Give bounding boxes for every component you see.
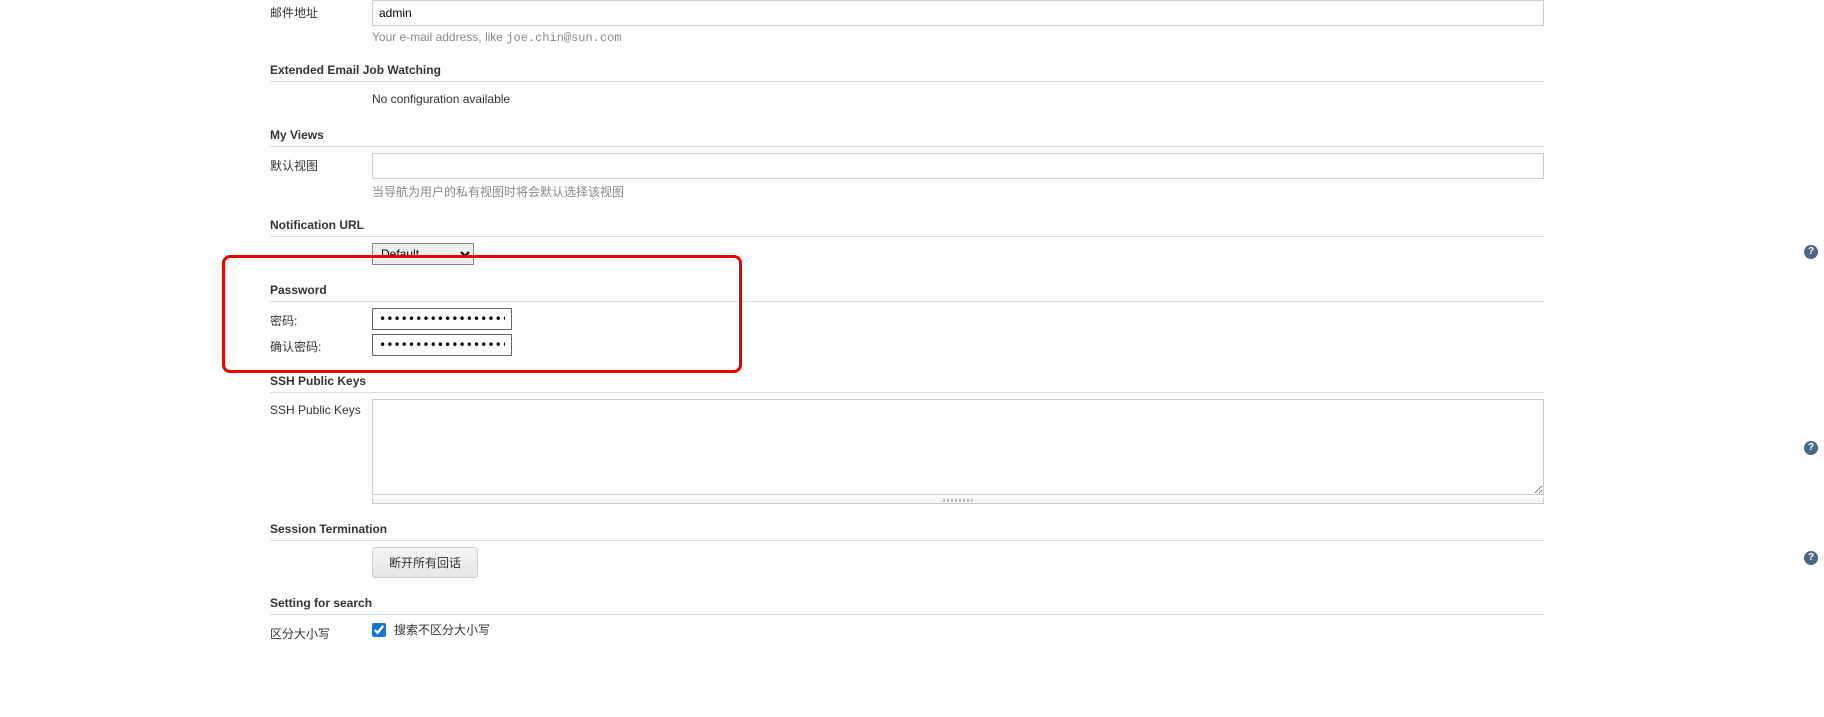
email-input[interactable]	[372, 0, 1544, 26]
default-view-input[interactable]	[372, 153, 1544, 179]
password-header: Password	[270, 275, 1544, 302]
email-label: 邮件地址	[270, 0, 372, 21]
extended-email-header: Extended Email Job Watching	[270, 55, 1544, 82]
help-icon[interactable]: ?	[1804, 245, 1818, 259]
case-insensitive-checkbox[interactable]	[372, 623, 386, 637]
help-icon[interactable]: ?	[1804, 551, 1818, 565]
notification-url-header: Notification URL	[270, 210, 1544, 237]
notification-url-select[interactable]: Default	[372, 243, 474, 265]
case-insensitive-checkbox-label[interactable]: 搜索不区分大小写	[394, 621, 490, 638]
password-label: 密码:	[270, 308, 372, 329]
confirm-password-input[interactable]	[372, 334, 512, 356]
ssh-textarea[interactable]	[372, 399, 1544, 495]
no-config-text: No configuration available	[372, 88, 1544, 110]
my-views-header: My Views	[270, 120, 1544, 147]
default-view-label: 默认视图	[270, 153, 372, 174]
help-icon[interactable]: ?	[1804, 441, 1818, 455]
ssh-header: SSH Public Keys	[270, 366, 1544, 393]
search-header: Setting for search	[270, 588, 1544, 615]
case-sensitive-label: 区分大小写	[270, 621, 372, 642]
terminate-sessions-button[interactable]: 断开所有回话	[372, 547, 478, 578]
email-help: Your e-mail address, like joe.chin@sun.c…	[372, 30, 1544, 45]
password-input[interactable]	[372, 308, 512, 330]
default-view-help: 当导航为用户的私有视图时将会默认选择该视图	[372, 183, 1544, 200]
email-help-code: joe.chin@sun.com	[506, 31, 621, 45]
confirm-password-label: 确认密码:	[270, 334, 372, 355]
resize-handle[interactable]	[372, 498, 1544, 504]
ssh-label: SSH Public Keys	[270, 399, 372, 417]
email-help-pre: Your e-mail address, like	[372, 30, 506, 44]
session-header: Session Termination	[270, 514, 1544, 541]
